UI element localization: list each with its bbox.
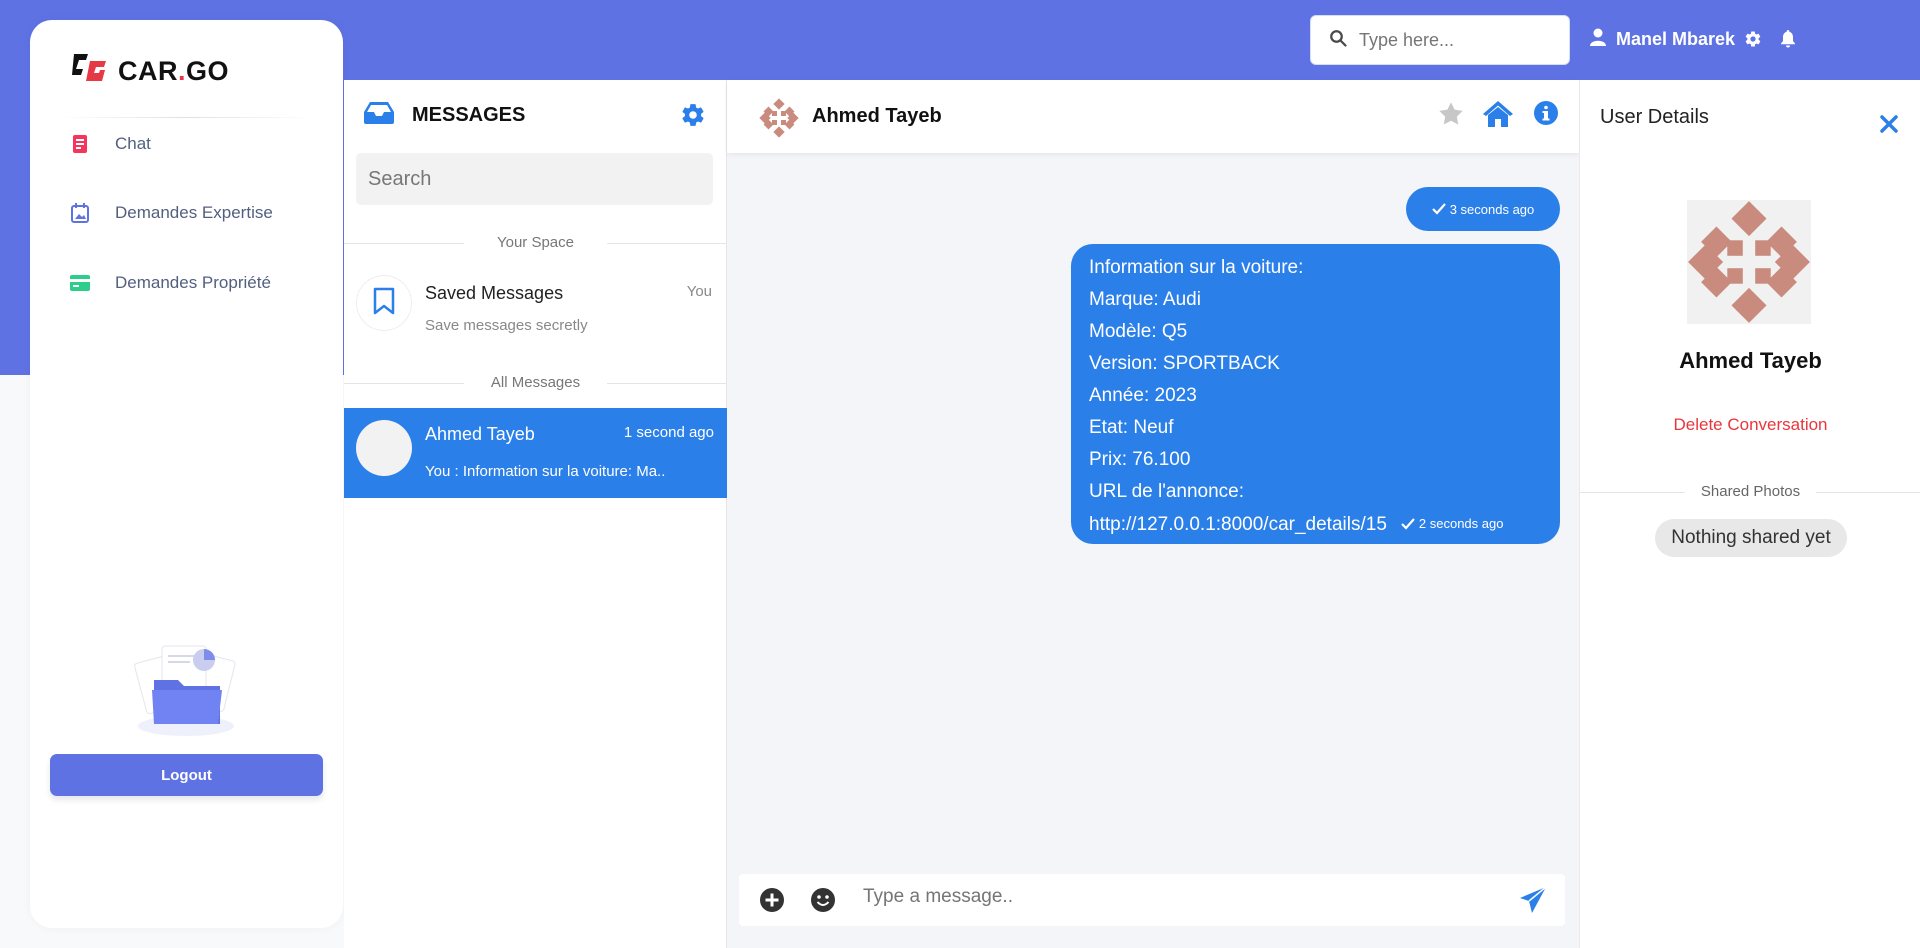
shared-photos-separator: Shared Photos <box>1580 483 1920 500</box>
message-line: Version: SPORTBACK <box>1089 353 1280 374</box>
message-bubble: Information sur la voiture: Marque: Audi… <box>1071 244 1560 544</box>
info-icon[interactable] <box>1533 100 1559 131</box>
saved-messages-name: Saved Messages <box>425 283 564 303</box>
sidebar: CAR.GO Chat Demandes Expertise Demandes … <box>30 20 343 928</box>
credit-card-icon <box>70 275 90 291</box>
message-line: URL de l'annonce: <box>1089 481 1245 502</box>
settings-gear-icon[interactable] <box>1744 30 1762 53</box>
delete-conversation-link[interactable]: Delete Conversation <box>1580 415 1920 435</box>
brand-name: CAR.GO <box>118 56 230 86</box>
message-line: Marque: Audi <box>1089 289 1201 310</box>
user-menu[interactable]: Manel Mbarek <box>1590 28 1735 51</box>
messages-search-input[interactable]: Search <box>356 153 713 205</box>
contact-avatar[interactable] <box>759 98 799 143</box>
messages-title: MESSAGES <box>412 104 526 126</box>
conversation-time: 1 second ago <box>623 424 714 441</box>
cargo-logo-icon <box>70 52 108 91</box>
sidebar-divider <box>60 117 313 118</box>
user-icon <box>1590 28 1606 51</box>
document-icon <box>70 134 90 154</box>
saved-messages-you: You <box>686 283 712 300</box>
add-attachment-icon[interactable] <box>759 887 785 918</box>
messages-header: MESSAGES <box>364 102 525 129</box>
sidebar-item-demandes-expertise[interactable]: Demandes Expertise <box>70 203 273 223</box>
check-icon <box>1401 518 1415 530</box>
bookmark-icon <box>373 287 395 320</box>
message-line: Année: 2023 <box>1089 385 1197 406</box>
message-time: 3 seconds ago <box>1449 201 1535 217</box>
all-messages-separator: All Messages <box>344 374 727 391</box>
message-status: 2 seconds ago <box>1401 508 1504 540</box>
contact-name: Ahmed Tayeb <box>812 105 942 127</box>
message-input[interactable] <box>863 886 1463 908</box>
messages-panel: MESSAGES Search Your Space Saved Message… <box>344 80 727 948</box>
details-avatar <box>1687 200 1811 324</box>
saved-messages-item[interactable]: Saved Messages You Save messages secretl… <box>344 265 727 355</box>
sidebar-item-label: Demandes Expertise <box>115 203 273 222</box>
sidebar-item-label: Chat <box>115 134 151 153</box>
your-space-separator: Your Space <box>344 234 727 251</box>
details-name: Ahmed Tayeb <box>1679 348 1822 373</box>
chat-header: Ahmed Tayeb <box>727 80 1579 153</box>
sidebar-item-demandes-propriete[interactable]: Demandes Propriété <box>70 273 271 293</box>
calendar-image-icon <box>70 203 90 223</box>
sidebar-item-chat[interactable]: Chat <box>70 134 151 154</box>
check-icon <box>1431 203 1446 215</box>
search-icon <box>1329 29 1347 52</box>
send-icon[interactable] <box>1519 886 1547 919</box>
emoji-icon[interactable] <box>810 887 836 918</box>
message-url-link[interactable]: http://127.0.0.1:8000/car_details/15 <box>1089 509 1387 541</box>
message-composer <box>739 874 1565 926</box>
saved-messages-subtitle: Save messages secretly <box>425 317 588 334</box>
message-line: Modèle: Q5 <box>1089 321 1188 342</box>
conversation-item[interactable]: Ahmed Tayeb 1 second ago You : Informati… <box>344 408 727 498</box>
user-details-panel: User Details Ahmed Tayeb Delete Conversa… <box>1579 80 1920 948</box>
message-line: Prix: 76.100 <box>1089 449 1191 470</box>
message-bubble-status: 3 seconds ago <box>1406 187 1560 231</box>
inbox-tray-icon <box>364 102 394 129</box>
close-icon[interactable] <box>1880 115 1898 138</box>
conversation-preview: You : Information sur la voiture: Ma.. <box>425 463 666 480</box>
avatar <box>356 420 412 476</box>
message-time: 2 seconds ago <box>1418 516 1504 531</box>
nothing-shared-badge: Nothing shared yet <box>1655 519 1847 557</box>
message-line: Etat: Neuf <box>1089 417 1174 438</box>
user-name: Manel Mbarek <box>1616 29 1736 49</box>
notification-bell-icon[interactable] <box>1780 30 1796 53</box>
global-search-input[interactable] <box>1359 29 1549 51</box>
logout-button[interactable]: Logout <box>50 754 323 796</box>
details-title: User Details <box>1600 106 1709 128</box>
saved-avatar <box>356 275 412 331</box>
star-icon[interactable] <box>1437 100 1465 133</box>
chat-panel: Ahmed Tayeb 3 seconds ago Information su… <box>727 80 1579 948</box>
documents-folder-illustration <box>130 640 242 745</box>
message-url-line: http://127.0.0.1:8000/car_details/15 2 s… <box>1089 508 1542 541</box>
sidebar-item-label: Demandes Propriété <box>115 273 271 292</box>
message-line: Information sur la voiture: <box>1089 257 1304 278</box>
global-search[interactable] <box>1310 15 1570 65</box>
home-icon[interactable] <box>1483 100 1513 133</box>
brand-logo[interactable]: CAR.GO <box>70 52 229 91</box>
conversation-name: Ahmed Tayeb <box>425 424 535 444</box>
messages-settings-gear-icon[interactable] <box>680 102 706 133</box>
